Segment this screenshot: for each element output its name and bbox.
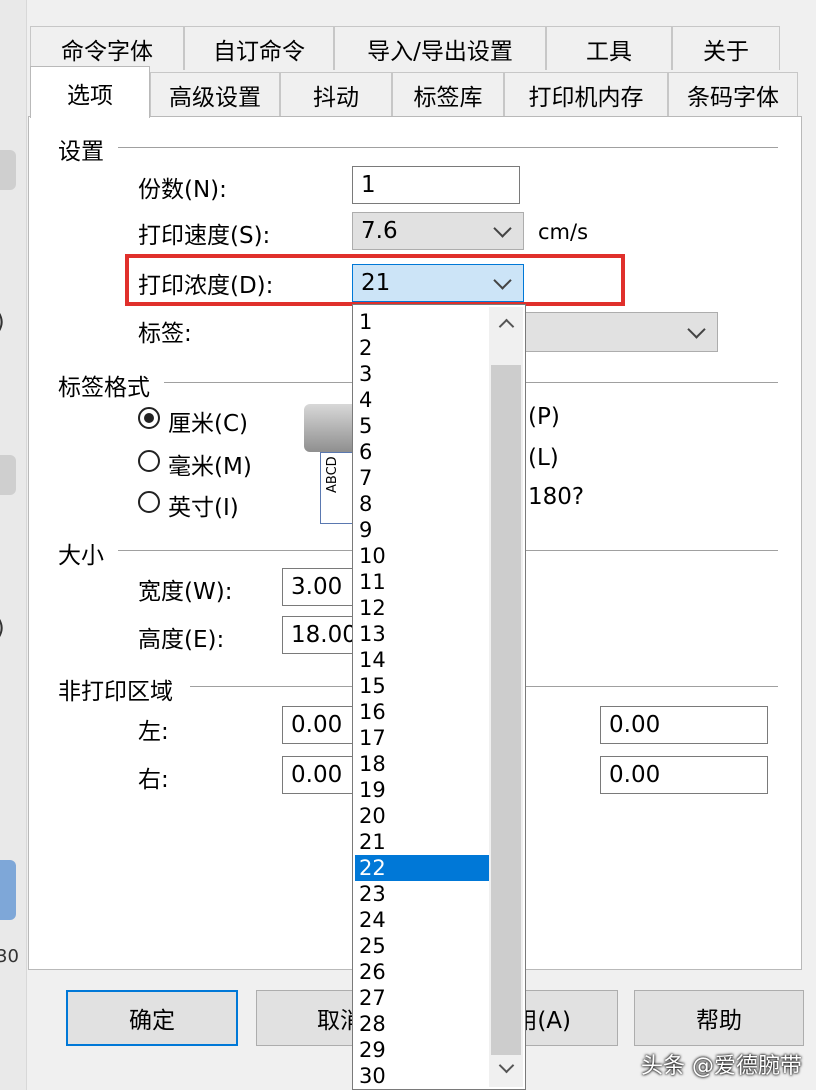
speed-unit: cm/s [538,220,589,244]
tab-label-library[interactable]: 标签库 [392,72,504,116]
left-margin-label: 左: [138,719,169,745]
dropdown-option[interactable]: 23 [355,881,489,907]
print-speed-select[interactable]: 7.6 [352,212,524,250]
dropdown-option[interactable]: 16 [355,699,489,725]
dropdown-option[interactable]: 30 [355,1063,489,1089]
unit-mm-radio[interactable] [138,450,160,472]
ok-button[interactable]: 确定 [66,990,238,1046]
dropdown-option[interactable]: 17 [355,725,489,751]
landscape-label: (L) [528,445,559,471]
dropdown-option[interactable]: 26 [355,959,489,985]
annotation-highlight-box [125,254,625,306]
scroll-down-icon[interactable] [498,1057,515,1074]
unit-cm-radio[interactable] [138,407,160,429]
watermark: 头条 @爱德腕带 [641,1054,802,1079]
dropdown-option[interactable]: 20 [355,803,489,829]
rotate-180-label: 180? [528,484,585,510]
height-label: 高度(E): [138,627,225,653]
divider [118,147,778,148]
scroll-up-icon[interactable] [498,318,515,335]
background-char: ) [0,310,5,335]
tab-dither[interactable]: 抖动 [280,72,392,116]
dropdown-option[interactable]: 15 [355,673,489,699]
dropdown-option[interactable]: 19 [355,777,489,803]
label-label: 标签: [138,321,192,347]
dropdown-option[interactable]: 27 [355,985,489,1011]
dropdown-option[interactable]: 18 [355,751,489,777]
tab-tools[interactable]: 工具 [546,26,672,70]
background-char: 30 [0,946,19,967]
background-shape [0,860,16,920]
unit-cm-label: 厘米(C) [168,411,249,437]
nonprint-group-title: 非打印区域 [58,672,183,706]
dropdown-option[interactable]: 8 [355,491,489,517]
tab-printer-memory[interactable]: 打印机内存 [504,72,668,116]
bottom-margin-input[interactable]: 0.00 [600,756,768,794]
dropdown-option[interactable]: 7 [355,465,489,491]
chevron-down-icon [493,219,512,238]
dropdown-option[interactable]: 4 [355,387,489,413]
dropdown-option[interactable]: 21 [355,829,489,855]
copies-label: 份数(N): [138,177,227,203]
copies-input[interactable]: 1 [352,166,520,204]
width-label: 宽度(W): [138,579,233,605]
tab-options[interactable]: 选项 [30,66,150,118]
tab-barcode-font[interactable]: 条码字体 [668,72,798,116]
background-window-edge: ) ) 30 [0,0,27,1090]
right-margin-label: 右: [138,767,169,793]
size-group-title: 大小 [58,536,114,570]
unit-mm-label: 毫米(M) [168,454,252,480]
scrollbar-thumb[interactable] [491,365,521,1055]
unit-inch-label: 英寸(I) [168,495,239,521]
dropdown-scrollbar[interactable] [489,307,523,1087]
settings-group-title: 设置 [58,132,114,166]
dropdown-option[interactable]: 24 [355,907,489,933]
darkness-dropdown-list[interactable]: 1 2 3 4 5 6 7 8 9 10 11 12 13 14 15 16 17 18 19 20 21 22 23 24 2… [352,304,526,1090]
dropdown-option[interactable]: 3 [355,361,489,387]
dropdown-option[interactable]: 14 [355,647,489,673]
dropdown-option[interactable]: 6 [355,439,489,465]
background-shape [0,150,16,190]
dropdown-option[interactable]: 28 [355,1011,489,1037]
label-format-group-title: 标签格式 [58,368,160,402]
dropdown-option[interactable]: 9 [355,517,489,543]
tab-about[interactable]: 关于 [672,26,780,70]
help-button[interactable]: 帮助 [634,990,804,1046]
dropdown-option[interactable]: 5 [355,413,489,439]
background-char: ) [0,616,5,641]
tab-command-font[interactable]: 命令字体 [30,26,184,70]
print-speed-label: 打印速度(S): [138,223,271,249]
dropdown-option[interactable]: 29 [355,1037,489,1063]
dropdown-option[interactable]: 11 [355,569,489,595]
dropdown-option[interactable]: 25 [355,933,489,959]
dropdown-option[interactable]: 12 [355,595,489,621]
tab-import-export[interactable]: 导入/导出设置 [334,26,546,70]
tab-advanced[interactable]: 高级设置 [150,72,280,116]
dropdown-option[interactable]: 10 [355,543,489,569]
dropdown-option[interactable]: 2 [355,335,489,361]
unit-inch-radio[interactable] [138,491,160,513]
dropdown-option[interactable]: 13 [355,621,489,647]
portrait-label: (P) [528,404,560,430]
top-margin-input[interactable]: 0.00 [600,706,768,744]
chevron-down-icon [687,320,706,339]
dropdown-option[interactable]: 1 [355,309,489,335]
dropdown-option[interactable]: 22 [355,855,489,881]
background-shape [0,455,16,495]
tab-custom-command[interactable]: 自订命令 [184,26,334,70]
label-select[interactable] [500,312,718,352]
